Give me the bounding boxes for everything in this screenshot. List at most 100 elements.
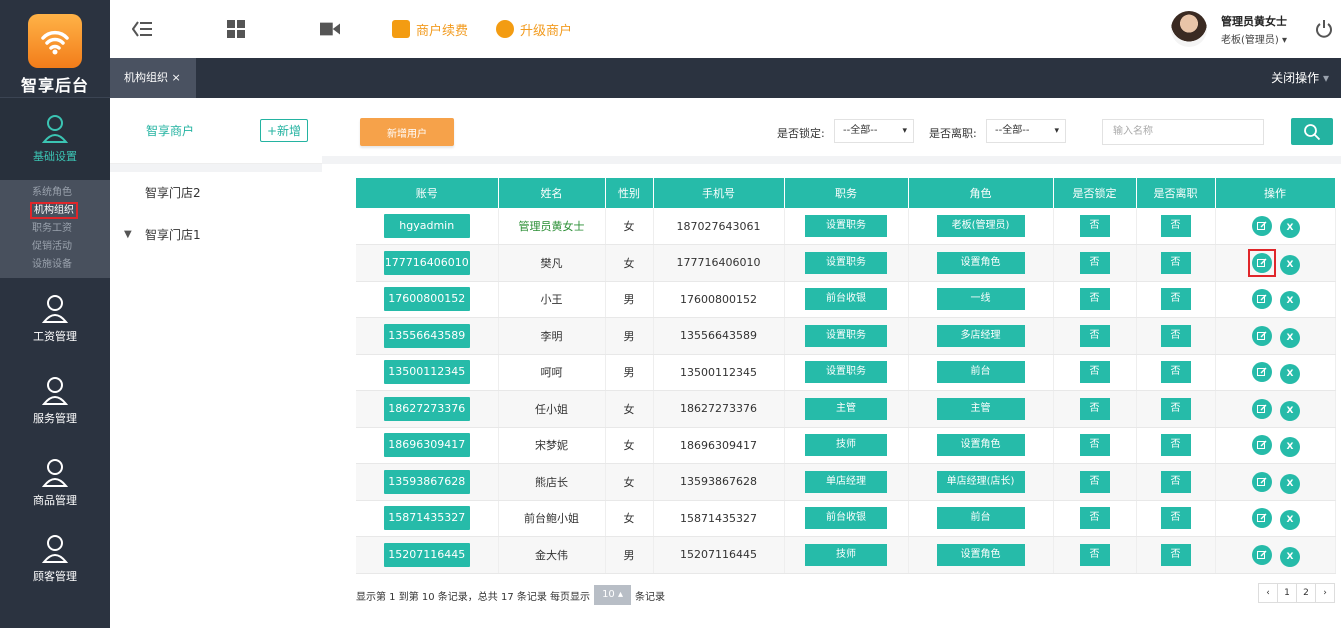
locked-toggle[interactable]: 否 (1079, 251, 1110, 274)
role-button[interactable]: 前台 (936, 361, 1025, 384)
role-button[interactable]: 单店经理(店长) (936, 470, 1025, 493)
role-button[interactable]: 一线 (936, 288, 1025, 311)
role-button[interactable]: 多店经理 (936, 324, 1025, 347)
locked-toggle[interactable]: 否 (1079, 434, 1110, 457)
locked-toggle[interactable]: 否 (1079, 470, 1110, 493)
left-toggle[interactable]: 否 (1160, 470, 1191, 493)
subnav-organization[interactable]: 机构组织 (0, 202, 110, 220)
account-button[interactable]: 13556643589 (383, 323, 470, 348)
edit-icon[interactable] (1252, 216, 1272, 236)
job-button[interactable]: 主管 (805, 397, 887, 420)
left-toggle[interactable]: 否 (1160, 288, 1191, 311)
left-toggle[interactable]: 否 (1160, 507, 1191, 530)
edit-icon[interactable] (1252, 362, 1272, 383)
delete-icon[interactable]: X (1280, 473, 1300, 494)
subnav-job-salary[interactable]: 职务工资 (0, 220, 110, 238)
pager-next[interactable]: › (1315, 583, 1335, 603)
nav-services[interactable]: 服务管理 (0, 360, 110, 442)
account-button[interactable]: 15207116445 (383, 542, 470, 567)
locked-toggle[interactable]: 否 (1079, 543, 1110, 566)
upgrade-link[interactable]: 升级商户 (496, 20, 572, 39)
account-button[interactable]: 18696309417 (383, 433, 470, 458)
locked-toggle[interactable]: 否 (1079, 507, 1110, 530)
delete-icon[interactable]: X (1280, 546, 1300, 567)
video-icon[interactable] (320, 19, 340, 39)
add-org-button[interactable]: +新增 (259, 119, 308, 142)
caret-down-icon[interactable]: ▼ (124, 214, 132, 256)
edit-icon[interactable] (1252, 398, 1272, 419)
left-toggle[interactable]: 否 (1160, 251, 1191, 274)
job-button[interactable]: 前台收银 (805, 507, 887, 530)
job-button[interactable]: 设置职务 (805, 324, 887, 347)
page-size-select[interactable]: 10 ▴ (594, 585, 631, 605)
brand-logo[interactable]: 智享后台 (0, 0, 110, 98)
power-icon[interactable] (1315, 20, 1333, 38)
account-button[interactable]: 17600800152 (383, 287, 470, 312)
left-select[interactable]: --全部-- (986, 119, 1066, 143)
role-button[interactable]: 前台 (936, 507, 1025, 530)
job-button[interactable]: 技师 (805, 434, 887, 457)
close-operations-menu[interactable]: 关闭操作 ▾ (1271, 58, 1329, 98)
pager-prev[interactable]: ‹ (1258, 583, 1278, 603)
job-button[interactable]: 技师 (805, 543, 887, 566)
nav-products[interactable]: 商品管理 (0, 442, 110, 524)
delete-icon[interactable]: X (1280, 254, 1300, 275)
role-button[interactable]: 设置角色 (936, 251, 1025, 274)
nav-customers[interactable]: 顾客管理 (0, 524, 110, 594)
edit-icon[interactable] (1252, 325, 1272, 346)
delete-icon[interactable]: X (1280, 510, 1300, 531)
delete-icon[interactable]: X (1280, 400, 1300, 421)
role-button[interactable]: 设置角色 (936, 434, 1025, 457)
subnav-facilities[interactable]: 设施设备 (0, 256, 110, 274)
renew-link[interactable]: 商户续费 (392, 20, 468, 39)
nav-salary[interactable]: 工资管理 (0, 278, 110, 360)
locked-toggle[interactable]: 否 (1079, 288, 1110, 311)
account-button[interactable]: 15871435327 (383, 506, 470, 531)
job-button[interactable]: 设置职务 (805, 361, 887, 384)
account-button[interactable]: 13593867628 (383, 469, 470, 494)
edit-icon[interactable] (1252, 508, 1272, 529)
role-button[interactable]: 主管 (936, 397, 1025, 420)
grid-icon[interactable] (226, 19, 246, 39)
edit-icon[interactable] (1252, 544, 1272, 565)
account-button[interactable]: 18627273376 (383, 396, 470, 421)
left-toggle[interactable]: 否 (1160, 434, 1191, 457)
locked-toggle[interactable]: 否 (1079, 397, 1110, 420)
edit-icon[interactable] (1252, 289, 1272, 310)
left-toggle[interactable]: 否 (1160, 215, 1191, 237)
account-button[interactable]: 13500112345 (383, 360, 470, 385)
locked-toggle[interactable]: 否 (1079, 324, 1110, 347)
locked-toggle[interactable]: 否 (1079, 215, 1110, 237)
edit-icon[interactable] (1252, 435, 1272, 456)
collapse-menu-icon[interactable] (132, 19, 152, 39)
subnav-promotions[interactable]: 促销活动 (0, 238, 110, 256)
left-toggle[interactable]: 否 (1160, 324, 1191, 347)
tab-organization[interactable]: 机构组织 × (110, 58, 196, 98)
left-toggle[interactable]: 否 (1160, 397, 1191, 420)
subnav-system-roles[interactable]: 系统角色 (0, 184, 110, 202)
delete-icon[interactable]: X (1280, 437, 1300, 458)
pager-page[interactable]: 1 (1277, 583, 1297, 603)
job-button[interactable]: 设置职务 (805, 215, 887, 237)
role-button[interactable]: 老板(管理员) (936, 215, 1025, 237)
add-user-button[interactable]: 新增用户 (360, 118, 454, 146)
tree-item[interactable]: 智享门店2 (110, 172, 322, 214)
delete-icon[interactable]: X (1280, 364, 1300, 385)
pager-page[interactable]: 2 (1296, 583, 1316, 603)
left-toggle[interactable]: 否 (1160, 361, 1191, 384)
delete-icon[interactable]: X (1280, 327, 1300, 348)
account-button[interactable]: hgyadmin (383, 214, 470, 238)
delete-icon[interactable]: X (1280, 218, 1300, 238)
locked-toggle[interactable]: 否 (1079, 361, 1110, 384)
job-button[interactable]: 前台收银 (805, 288, 887, 311)
tree-title[interactable]: 智享商户 (146, 122, 194, 139)
account-button[interactable]: 177716406010 (383, 250, 470, 275)
delete-icon[interactable]: X (1280, 291, 1300, 312)
edit-icon[interactable] (1252, 252, 1272, 273)
left-toggle[interactable]: 否 (1160, 543, 1191, 566)
search-input[interactable]: 输入名称 (1102, 119, 1264, 145)
user-menu[interactable]: 管理员黄女士 老板(管理员) ▾ (1170, 11, 1287, 47)
tree-item[interactable]: ▼ 智享门店1 (110, 214, 322, 256)
role-button[interactable]: 设置角色 (936, 543, 1025, 566)
search-button[interactable] (1291, 118, 1333, 145)
